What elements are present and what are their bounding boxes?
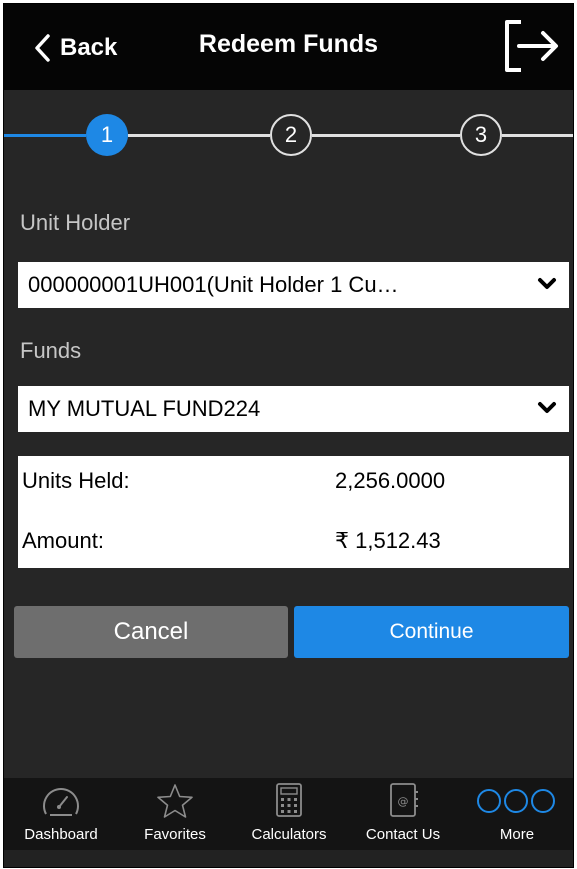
tab-more[interactable]: More — [460, 778, 573, 850]
tab-calculators[interactable]: Calculators — [232, 778, 346, 850]
page-title: Redeem Funds — [198, 30, 379, 58]
step-line — [312, 134, 460, 137]
step-line — [128, 134, 270, 137]
unit-holder-select[interactable]: 000000001UH001(Unit Holder 1 Cu… — [18, 262, 569, 308]
tab-more-label: More — [499, 826, 535, 843]
tab-favorites[interactable]: Favorites — [118, 778, 232, 850]
calculator-icon — [276, 783, 302, 817]
logout-icon — [505, 20, 558, 72]
more-icon — [477, 789, 555, 813]
star-icon — [157, 784, 193, 818]
tab-contact-us-label: Contact Us — [365, 826, 441, 843]
tab-calculators-label: Calculators — [251, 826, 327, 843]
chevron-down-icon — [538, 402, 556, 413]
step-1: 1 — [86, 114, 128, 156]
chevron-down-icon — [538, 278, 556, 289]
amount-label: Amount: — [22, 528, 104, 553]
tab-dashboard[interactable]: Dashboard — [4, 778, 118, 850]
tab-dashboard-label: Dashboard — [24, 826, 98, 843]
speedometer-icon — [43, 788, 79, 816]
funds-label: Funds — [20, 338, 82, 363]
units-held-label: Units Held: — [22, 468, 130, 493]
step-2: 2 — [270, 114, 312, 156]
funds-value: MY MUTUAL FUND224 — [28, 396, 261, 421]
step-line-completed — [4, 134, 86, 137]
continue-button[interactable]: Continue — [294, 606, 569, 658]
svg-text:@: @ — [398, 795, 409, 808]
unit-holder-label: Unit Holder — [20, 210, 131, 235]
funds-select[interactable]: MY MUTUAL FUND224 — [18, 386, 569, 432]
cancel-button[interactable]: Cancel — [14, 606, 288, 658]
step-3: 3 — [460, 114, 502, 156]
tab-contact-us[interactable]: @ Contact Us — [346, 778, 460, 850]
progress-stepper: 1 2 3 — [4, 111, 573, 161]
tab-favorites-label: Favorites — [144, 826, 206, 843]
header-bar: Back Redeem Funds — [4, 4, 573, 90]
fund-summary: Units Held: 2,256.0000 Amount: ₹ 1,512.4… — [18, 456, 569, 568]
bottom-tab-bar: Dashboard Favorites Calculators @ Contac… — [4, 778, 573, 850]
bottom-strip — [4, 850, 573, 867]
contact-book-icon: @ — [390, 783, 418, 817]
units-held-row: Units Held: 2,256.0000 — [18, 462, 569, 502]
step-line — [502, 134, 573, 137]
app-screen: Back Redeem Funds 1 2 3 Unit Holder 0000… — [3, 3, 574, 868]
logout-button[interactable] — [499, 18, 561, 79]
amount-value: ₹ 1,512.43 — [335, 528, 441, 553]
units-held-value: 2,256.0000 — [335, 468, 446, 493]
unit-holder-value: 000000001UH001(Unit Holder 1 Cu… — [28, 272, 399, 297]
amount-row: Amount: ₹ 1,512.43 — [18, 522, 569, 562]
